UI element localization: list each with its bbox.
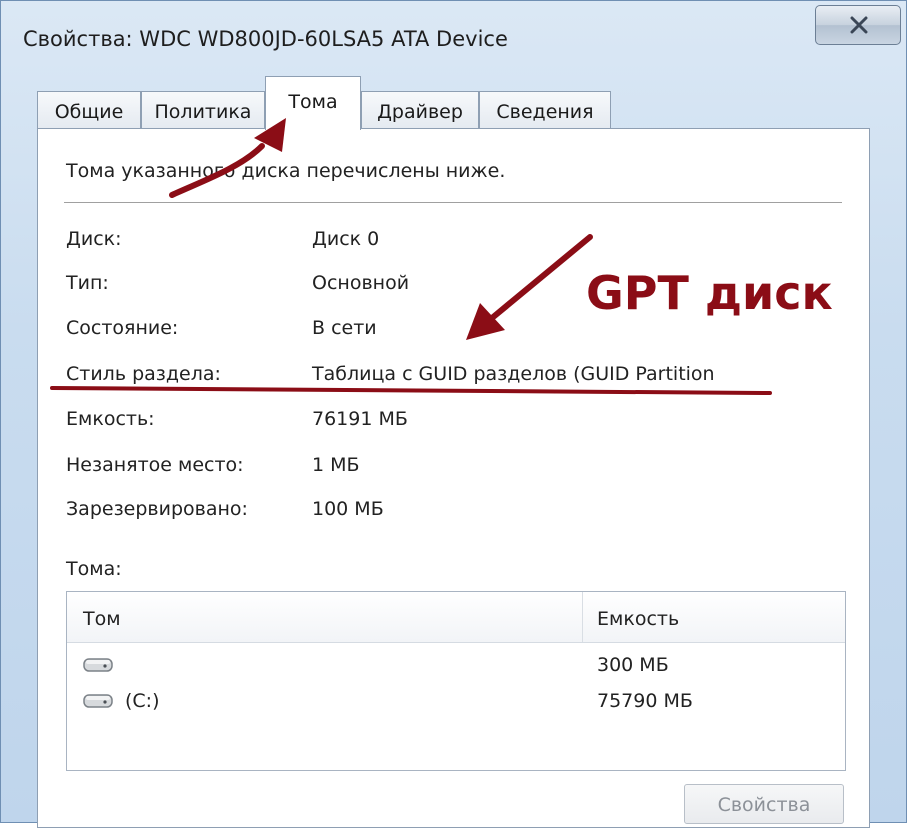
panel-description: Тома указанного диска перечислены ниже. (66, 160, 506, 182)
hard-drive-icon (83, 658, 113, 672)
disk-label: Диск: (66, 228, 122, 250)
partition-style-value: Таблица с GUID разделов (GUID Partition (312, 363, 715, 385)
reserved-label: Зарезервировано: (66, 498, 248, 520)
type-label: Тип: (66, 272, 109, 294)
reserved-value: 100 МБ (312, 498, 384, 520)
volume-capacity: 75790 МБ (597, 690, 693, 712)
hard-drive-icon (83, 694, 113, 708)
volumes-label: Тома: (66, 558, 122, 580)
properties-button[interactable]: Свойства (684, 784, 844, 824)
tab-general[interactable]: Общие (37, 91, 141, 131)
unallocated-value: 1 МБ (312, 454, 360, 476)
disk-value: Диск 0 (312, 228, 380, 250)
annotation-text: GPT диск (586, 266, 833, 320)
status-label: Состояние: (66, 317, 179, 339)
table-row[interactable]: 300 МБ (67, 650, 845, 680)
close-button[interactable] (815, 5, 901, 45)
column-header-volume[interactable]: Том (83, 608, 121, 630)
column-divider[interactable] (582, 592, 583, 642)
capacity-label: Емкость: (66, 408, 155, 430)
separator (64, 202, 842, 203)
title-bar[interactable]: Свойства: WDC WD800JD-60LSA5 ATA Device (1, 1, 906, 77)
tab-policy[interactable]: Политика (141, 91, 265, 131)
volumes-list[interactable]: Том Емкость 300 МБ (C:) 75790 МБ (66, 591, 846, 771)
column-header-capacity[interactable]: Емкость (597, 608, 679, 630)
volume-capacity: 300 МБ (597, 654, 669, 676)
tab-driver[interactable]: Драйвер (361, 91, 479, 131)
capacity-value: 76191 МБ (312, 408, 408, 430)
window-title: Свойства: WDC WD800JD-60LSA5 ATA Device (23, 27, 508, 51)
close-icon (850, 16, 868, 34)
volumes-list-header: Том Емкость (67, 592, 845, 643)
tab-details[interactable]: Сведения (479, 91, 611, 131)
partition-style-label: Стиль раздела: (66, 363, 221, 385)
tab-volumes[interactable]: Тома (265, 76, 361, 130)
table-row[interactable]: (C:) 75790 МБ (67, 686, 845, 716)
type-value: Основной (312, 272, 410, 294)
unallocated-label: Незанятое место: (66, 454, 244, 476)
status-value: В сети (312, 317, 377, 339)
volume-name: (C:) (125, 690, 160, 712)
